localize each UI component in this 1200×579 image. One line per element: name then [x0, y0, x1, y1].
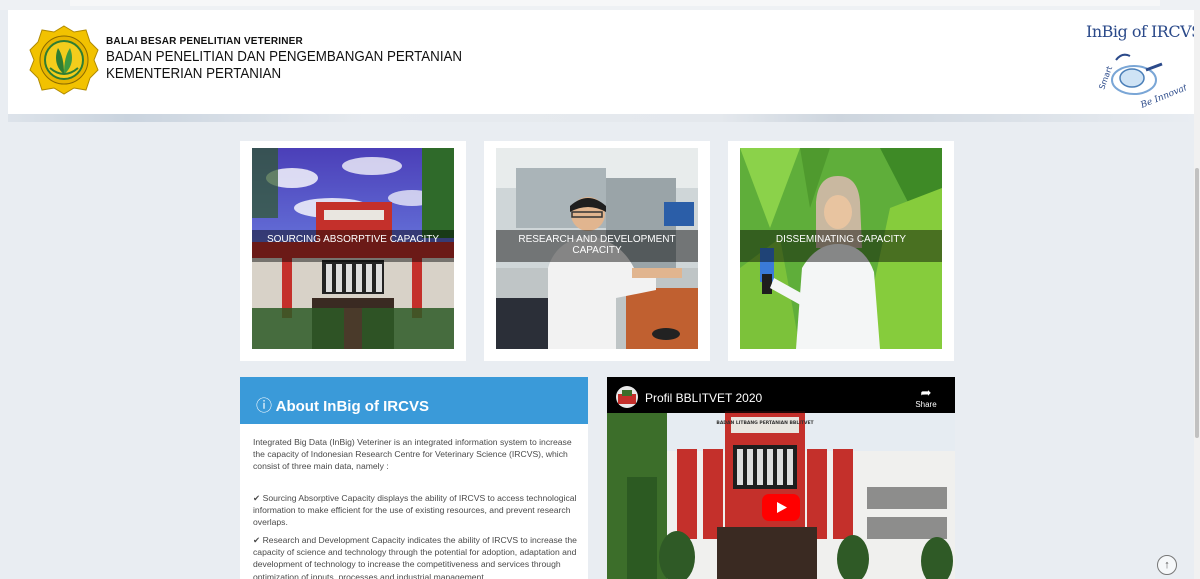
- about-header: ⓘ About InBig of IRCVS: [240, 377, 588, 424]
- ministry-logo[interactable]: [28, 24, 100, 96]
- scroll-to-top-button[interactable]: ↑: [1157, 555, 1177, 575]
- scrollbar-thumb[interactable]: [1195, 168, 1199, 438]
- card-caption: SOURCING ABSORPTIVE CAPACITY: [252, 230, 454, 262]
- institution-line2: BADAN PENELITIAN DAN PENGEMBANGAN PERTAN…: [106, 49, 463, 65]
- arrow-up-icon: ↑: [1164, 559, 1170, 571]
- card-sourcing-absorptive-capacity[interactable]: SOURCING ABSORPTIVE CAPACITY: [240, 141, 466, 361]
- inbig-tag-right: Be Innovative: [1138, 78, 1186, 111]
- about-bullet-text: Research and Development Capacity indica…: [253, 535, 577, 579]
- check-icon: ✔: [253, 493, 261, 503]
- institution-line1: BALAI BESAR PENELITIAN VETERINER: [106, 36, 303, 47]
- building-sign: BADAN LITBANG PERTANIAN BBLITVET: [716, 420, 814, 426]
- inbig-logo[interactable]: InBig of IRCVS Smart Be Innovative: [1086, 20, 1200, 112]
- share-label: Share: [915, 400, 937, 409]
- video-title[interactable]: Profil BBLITVET 2020: [645, 391, 762, 405]
- share-icon: ➦: [920, 385, 932, 400]
- info-icon: ⓘ: [256, 398, 273, 415]
- about-title-text: About InBig of IRCVS: [275, 398, 429, 415]
- card-image-building: SOURCING ABSORPTIVE CAPACITY: [252, 148, 454, 349]
- card-caption: RESEARCH AND DEVELOPMENT CAPACITY: [496, 230, 698, 262]
- check-icon: ✔: [253, 535, 261, 545]
- video-thumbnail: BADAN LITBANG PERTANIAN BBLITVET: [607, 377, 955, 579]
- card-image-lab: RESEARCH AND DEVELOPMENT CAPACITY: [496, 148, 698, 349]
- play-icon: [777, 502, 787, 513]
- hero-banner-edge: [8, 114, 1194, 122]
- card-research-development-capacity[interactable]: RESEARCH AND DEVELOPMENT CAPACITY: [484, 141, 710, 361]
- site-header: BALAI BESAR PENELITIAN VETERINER BADAN P…: [8, 10, 1200, 114]
- card-image-scientist: DISSEMINATING CAPACITY: [740, 148, 942, 349]
- share-button[interactable]: ➦ Share: [913, 385, 939, 409]
- about-bullet-text: Sourcing Absorptive Capacity displays th…: [253, 493, 577, 528]
- about-title: ⓘ About InBig of IRCVS: [256, 392, 429, 416]
- about-bullet-sourcing: ✔ Sourcing Absorptive Capacity displays …: [253, 492, 578, 529]
- card-disseminating-capacity[interactable]: DISSEMINATING CAPACITY: [728, 141, 954, 361]
- institution-name: BALAI BESAR PENELITIAN VETERINER BADAN P…: [106, 36, 493, 82]
- about-bullet-research: ✔ Research and Development Capacity indi…: [253, 534, 578, 579]
- video-embed[interactable]: BADAN LITBANG PERTANIAN BBLITVET Profil …: [607, 377, 955, 579]
- top-strip: [0, 0, 1200, 10]
- about-intro: Integrated Big Data (InBig) Veteriner is…: [253, 437, 572, 472]
- play-button[interactable]: [762, 494, 800, 521]
- institution-line3: KEMENTERIAN PERTANIAN: [106, 66, 282, 82]
- channel-avatar[interactable]: [616, 386, 638, 408]
- about-body: Integrated Big Data (InBig) Veteriner is…: [240, 424, 588, 579]
- card-caption: DISSEMINATING CAPACITY: [740, 230, 942, 262]
